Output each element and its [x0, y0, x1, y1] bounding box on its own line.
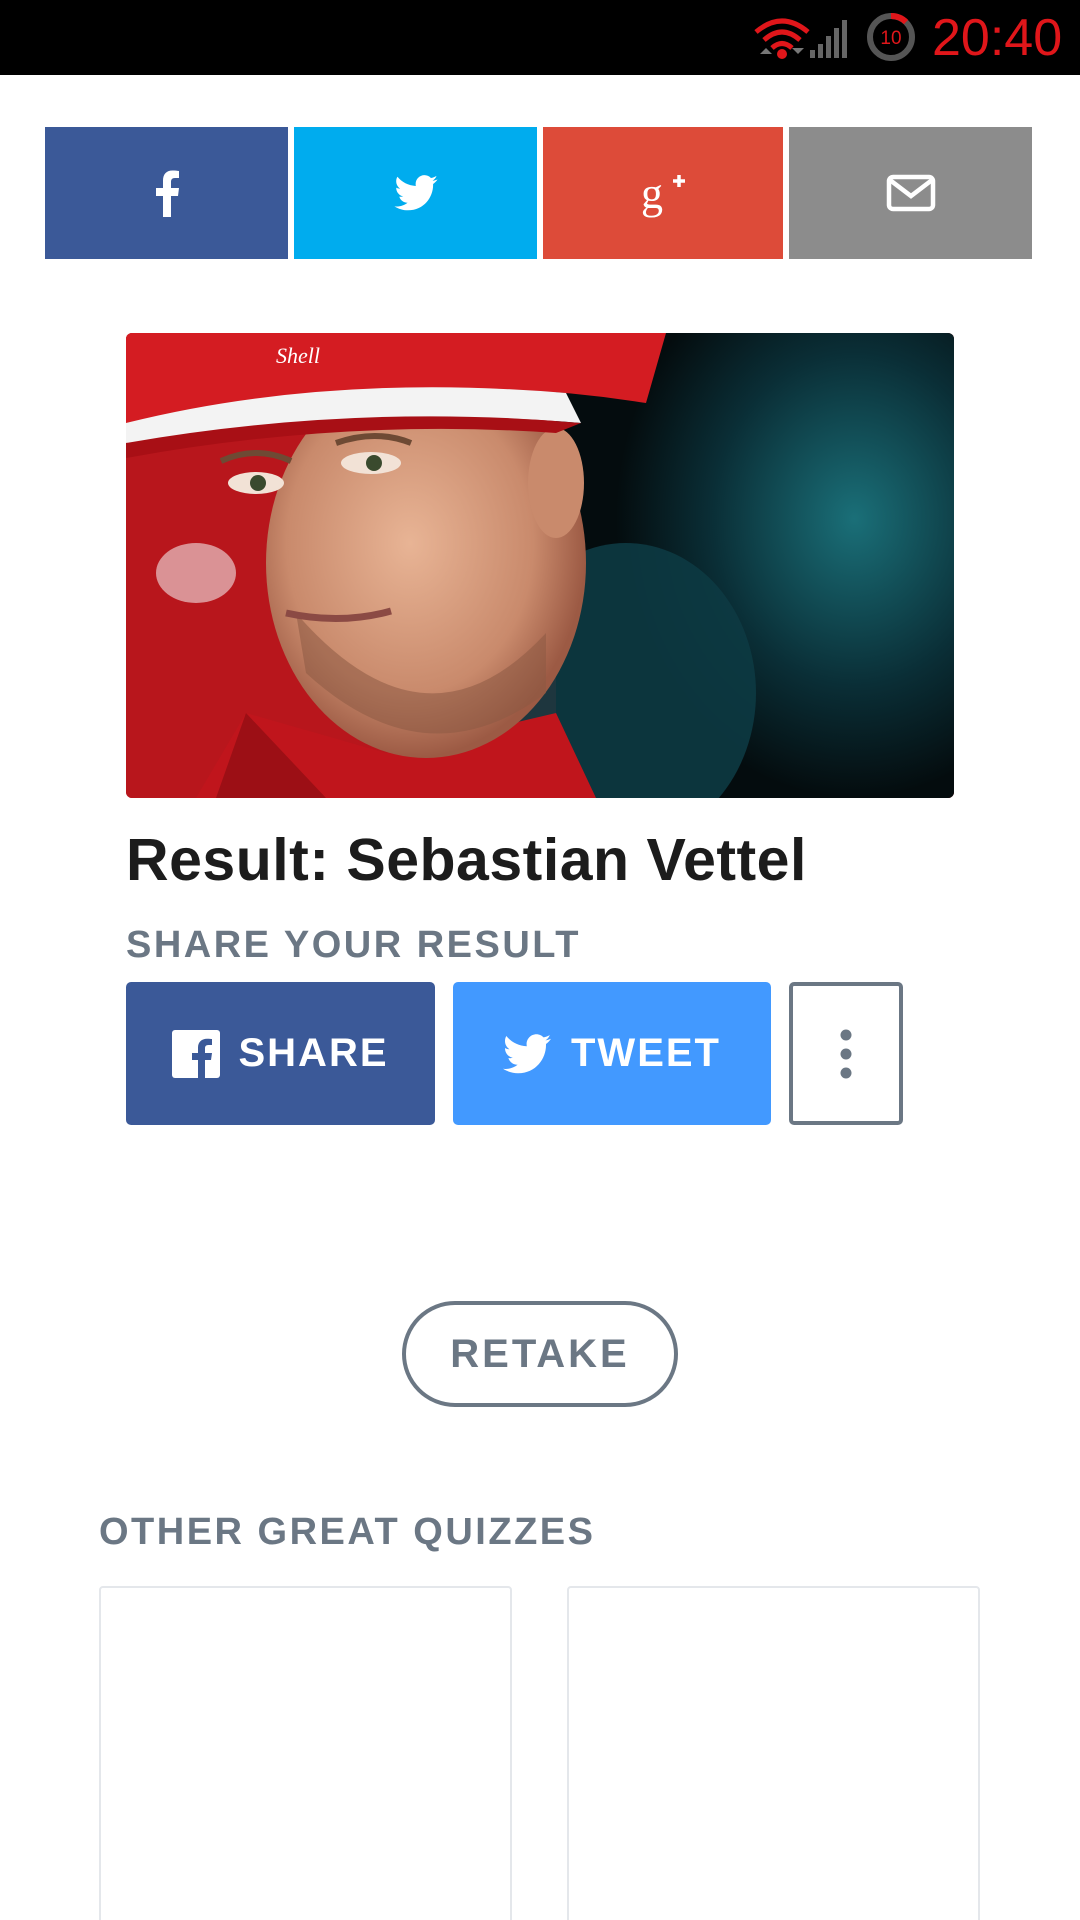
svg-text:Shell: Shell — [276, 343, 320, 368]
share-button-label: SHARE — [238, 1031, 389, 1075]
google-plus-icon: g — [641, 169, 685, 218]
social-share-bar: g — [45, 127, 1032, 259]
timer-value: 10 — [880, 28, 901, 49]
svg-text:g: g — [641, 169, 663, 218]
result-title: Result: Sebastian Vettel — [126, 827, 807, 893]
driver-portrait-image: Shell — [126, 333, 954, 798]
mail-icon — [886, 174, 935, 212]
tweet-result-button[interactable]: TWEET — [453, 982, 771, 1125]
twitter-share-button[interactable] — [294, 127, 537, 259]
email-share-button[interactable] — [789, 127, 1032, 259]
other-quizzes-heading: OTHER GREAT QUIZZES — [99, 1511, 596, 1553]
tweet-button-label: TWEET — [571, 1031, 721, 1075]
twitter-icon — [503, 1033, 551, 1073]
facebook-share-button[interactable] — [45, 127, 288, 259]
clock: 20:40 — [932, 9, 1063, 67]
signal-icon — [810, 20, 847, 58]
result-image: Shell — [126, 333, 954, 798]
facebook-icon — [155, 170, 179, 217]
quiz-card[interactable] — [567, 1586, 980, 1920]
quiz-card[interactable] — [99, 1586, 512, 1920]
twitter-icon — [393, 175, 438, 211]
retake-button[interactable]: RETAKE — [402, 1301, 678, 1407]
facebook-icon — [172, 1029, 221, 1078]
wifi-icon — [754, 18, 810, 59]
more-vertical-icon — [840, 1029, 852, 1078]
quiz-result-page: 10 20:40 g Shell Result: Sebastian Vette… — [0, 0, 1080, 1920]
timer-icon: 10 — [866, 12, 916, 62]
status-bar: 10 20:40 — [0, 0, 1080, 75]
google-plus-share-button[interactable]: g — [543, 127, 783, 259]
share-result-label: SHARE YOUR RESULT — [126, 924, 581, 966]
more-share-options-button[interactable] — [789, 982, 903, 1125]
facebook-share-result-button[interactable]: SHARE — [126, 982, 435, 1125]
